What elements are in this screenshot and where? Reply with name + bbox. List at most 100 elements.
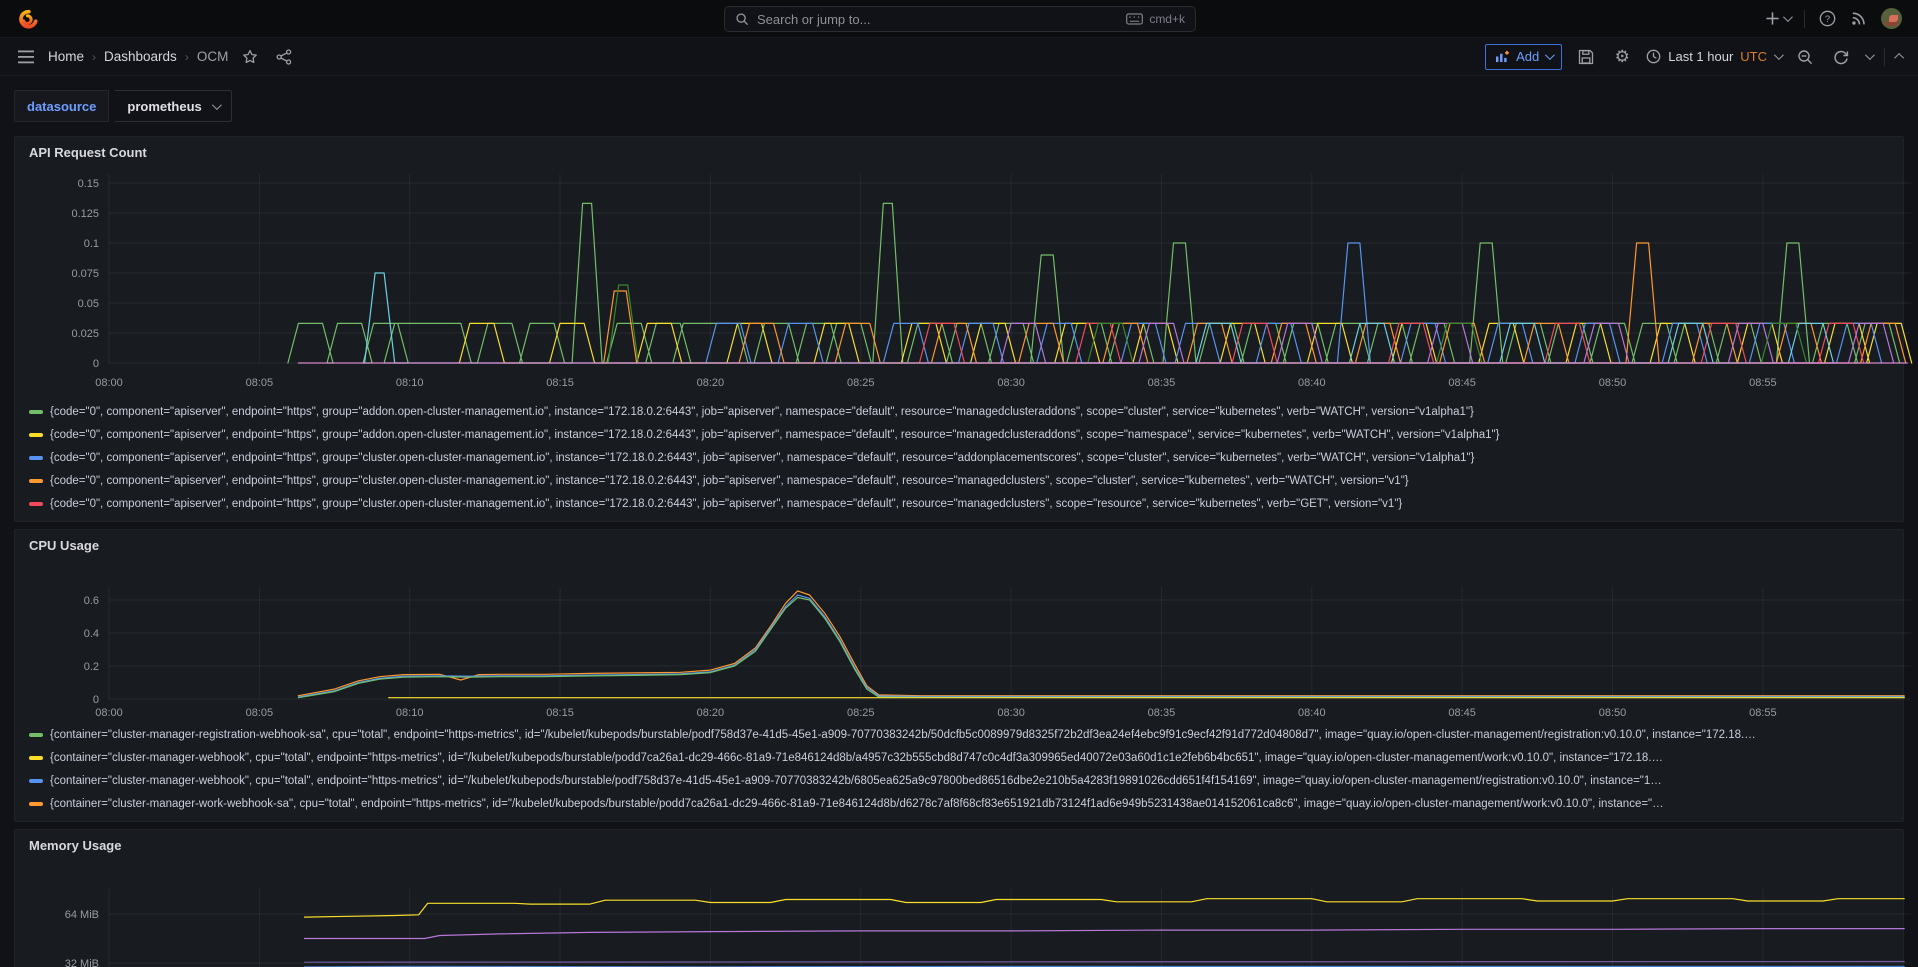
- search-input[interactable]: Search or jump to... cmd+k: [724, 6, 1196, 32]
- chevron-down-icon: [1545, 50, 1555, 60]
- chevron-down-icon: [1774, 50, 1784, 60]
- y-axis-tick-label: 0.025: [71, 328, 99, 340]
- series-line: [305, 929, 1905, 939]
- gear-icon: ⚙: [1615, 48, 1630, 65]
- legend-series-swatch: [29, 479, 43, 483]
- series-line: [298, 598, 1904, 698]
- dashboard-settings-button[interactable]: ⚙: [1610, 45, 1634, 69]
- timeseries-chart[interactable]: 08:0008:0508:1008:1508:2008:2508:3008:35…: [23, 166, 1895, 398]
- y-axis-tick-label: 0.075: [71, 268, 99, 280]
- legend-item[interactable]: {code="0", component="apiserver", endpoi…: [29, 446, 1895, 469]
- share-icon: [276, 49, 292, 65]
- datasource-variable-dropdown[interactable]: prometheus: [115, 90, 231, 122]
- zoom-out-button[interactable]: [1793, 45, 1817, 69]
- legend-series-label: {code="0", component="apiserver", endpoi…: [50, 452, 1474, 464]
- x-axis-tick-label: 08:10: [396, 377, 424, 389]
- timeseries-chart[interactable]: 32 MiB 64 MiB: [23, 859, 1895, 967]
- help-button[interactable]: ?: [1819, 10, 1836, 27]
- dashboard-toolbar: Home › Dashboards › OCM Add: [0, 38, 1918, 76]
- x-axis-tick-label: 08:10: [396, 707, 424, 719]
- panel-legend: {container="cluster-manager-registration…: [23, 721, 1895, 817]
- x-axis-tick-label: 08:35: [1148, 707, 1176, 719]
- mega-menu-button[interactable]: [14, 45, 38, 69]
- breadcrumb-dashboards[interactable]: Dashboards: [104, 49, 177, 64]
- x-axis-tick-label: 08:45: [1448, 707, 1476, 719]
- y-axis-tick-label: 0.15: [78, 178, 99, 190]
- panel-cpu-usage: CPU Usage 08:0008:0508:1008:1508:2008:25…: [14, 529, 1904, 822]
- add-panel-button[interactable]: Add: [1485, 44, 1562, 70]
- breadcrumb-current: OCM: [197, 49, 229, 64]
- time-range-picker[interactable]: Last 1 hour UTC: [1646, 49, 1781, 64]
- user-avatar[interactable]: [1881, 8, 1902, 29]
- legend-item[interactable]: {code="0", component="apiserver", endpoi…: [29, 400, 1895, 423]
- x-axis-tick-label: 08:00: [95, 377, 123, 389]
- series-line: [298, 595, 1904, 697]
- y-axis-tick-label: 0.6: [84, 595, 99, 607]
- legend-series-swatch: [29, 433, 43, 437]
- x-axis-tick-label: 08:25: [847, 377, 875, 389]
- new-menu-button[interactable]: [1765, 11, 1790, 26]
- question-circle-icon: ?: [1819, 10, 1836, 27]
- legend-item[interactable]: {container="cluster-manager-work-webhook…: [29, 792, 1895, 815]
- timezone-label: UTC: [1740, 49, 1767, 64]
- x-axis-tick-label: 08:30: [997, 377, 1025, 389]
- variable-label: datasource: [14, 90, 109, 122]
- panel-legend: {code="0", component="apiserver", endpoi…: [23, 398, 1895, 517]
- legend-item[interactable]: {code="0", component="apiserver", endpoi…: [29, 423, 1895, 446]
- legend-item[interactable]: {container="cluster-manager-webhook", cp…: [29, 746, 1895, 769]
- x-axis-tick-label: 08:40: [1298, 707, 1326, 719]
- panel-title[interactable]: CPU Usage: [23, 537, 1895, 559]
- y-axis-tick-label: 0.125: [71, 208, 99, 220]
- favorite-button[interactable]: [238, 45, 262, 69]
- x-axis-tick-label: 08:50: [1599, 707, 1627, 719]
- breadcrumb-home[interactable]: Home: [48, 49, 84, 64]
- top-navigation-bar: Search or jump to... cmd+k ?: [0, 0, 1918, 38]
- x-axis-tick-label: 08:40: [1298, 377, 1326, 389]
- y-axis-tick-label: 0.05: [78, 298, 99, 310]
- x-axis-tick-label: 08:15: [546, 707, 574, 719]
- legend-series-label: {container="cluster-manager-webhook", cp…: [50, 775, 1662, 787]
- refresh-button[interactable]: [1829, 45, 1853, 69]
- keyboard-icon: [1126, 13, 1143, 25]
- variable-value: prometheus: [127, 99, 201, 114]
- dashboard-canvas: datasource prometheus API Request Count …: [0, 76, 1918, 967]
- rss-icon: [1850, 10, 1867, 27]
- news-button[interactable]: [1850, 10, 1867, 27]
- legend-series-label: {code="0", component="apiserver", endpoi…: [50, 498, 1402, 510]
- clock-icon: [1646, 49, 1661, 64]
- chevron-down-icon: [212, 100, 222, 110]
- timeseries-chart[interactable]: 08:0008:0508:1008:1508:2008:2508:3008:35…: [23, 559, 1895, 721]
- legend-series-swatch: [29, 802, 43, 806]
- y-axis-tick-label: 32 MiB: [65, 958, 99, 967]
- panel-title[interactable]: API Request Count: [23, 144, 1895, 166]
- legend-item[interactable]: {container="cluster-manager-webhook", cp…: [29, 769, 1895, 792]
- x-axis-tick-label: 08:05: [246, 707, 274, 719]
- legend-series-swatch: [29, 733, 43, 737]
- x-axis-tick-label: 08:20: [697, 377, 725, 389]
- y-axis-tick-label: 0.4: [84, 628, 99, 640]
- legend-item[interactable]: {code="0", component="apiserver", endpoi…: [29, 492, 1895, 515]
- grafana-logo[interactable]: [16, 8, 38, 30]
- x-axis-tick-label: 08:20: [697, 707, 725, 719]
- save-dashboard-button[interactable]: [1574, 45, 1598, 69]
- zoom-out-icon: [1797, 49, 1813, 65]
- search-shortcut: cmd+k: [1126, 12, 1185, 26]
- panel-memory-usage: Memory Usage 32 MiB 64 MiB: [14, 829, 1904, 967]
- breadcrumb-separator: ›: [185, 50, 189, 64]
- legend-item[interactable]: {code="0", component="apiserver", endpoi…: [29, 469, 1895, 492]
- x-axis-tick-label: 08:30: [997, 707, 1025, 719]
- legend-series-label: {container="cluster-manager-work-webhook…: [50, 798, 1664, 810]
- y-axis-tick-label: 0.1: [84, 238, 99, 250]
- legend-item[interactable]: {container="cluster-manager-registration…: [29, 723, 1895, 746]
- refresh-interval-dropdown[interactable]: [1865, 50, 1875, 60]
- y-axis-tick-label: 64 MiB: [65, 909, 99, 921]
- plus-icon: [1765, 11, 1780, 26]
- collapse-toolbar-button[interactable]: [1894, 53, 1904, 63]
- divider: [1804, 10, 1805, 28]
- svg-text:?: ?: [1825, 14, 1830, 25]
- panel-api-request-count: API Request Count 08:0008:0508:1008:1508…: [14, 136, 1904, 522]
- share-button[interactable]: [272, 45, 296, 69]
- legend-series-label: {container="cluster-manager-registration…: [50, 729, 1756, 741]
- panel-title[interactable]: Memory Usage: [23, 837, 1895, 859]
- search-placeholder: Search or jump to...: [757, 12, 1118, 27]
